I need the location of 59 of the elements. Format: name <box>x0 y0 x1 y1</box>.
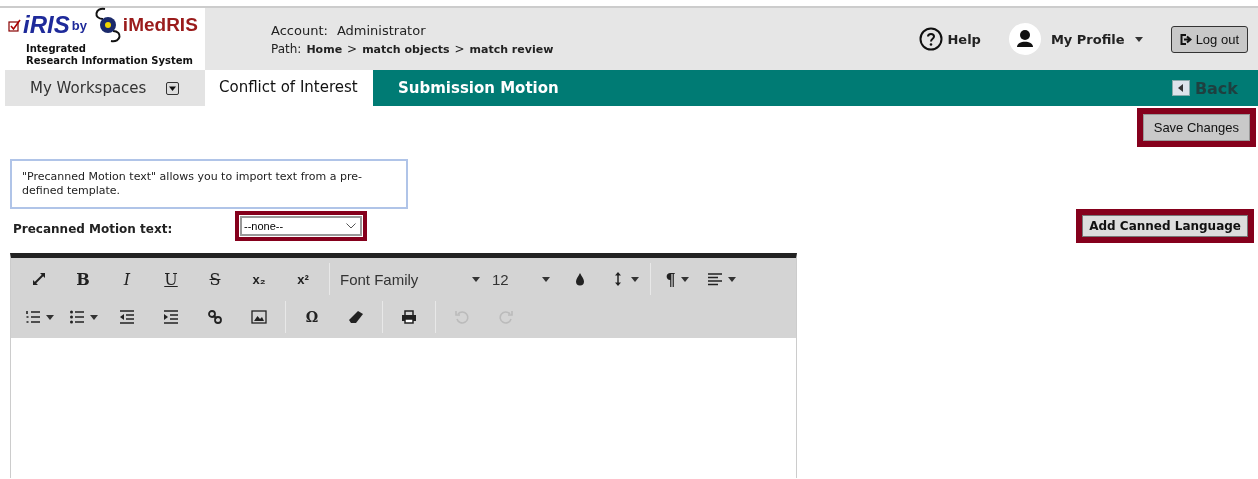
user-icon <box>1008 23 1041 55</box>
help-icon <box>919 27 944 51</box>
indent-icon <box>163 309 179 325</box>
save-changes-button[interactable]: Save Changes <box>1142 114 1250 141</box>
logout-icon <box>1179 33 1192 45</box>
breadcrumb-link[interactable]: match objects <box>362 43 450 56</box>
caret-icon <box>1134 36 1143 42</box>
image-icon <box>251 309 267 325</box>
logo-subtitle: Integrated <box>25 43 87 55</box>
caret-icon <box>680 276 689 282</box>
breadcrumb-separator: > <box>347 42 358 56</box>
dropdown-icon <box>166 81 180 95</box>
profile-menu[interactable]: My Profile <box>1008 23 1143 55</box>
account-name: Administrator <box>336 23 426 38</box>
logo-text: iMedRIS <box>122 14 198 36</box>
caret-icon <box>89 314 98 320</box>
logo-text: iRIS <box>23 11 70 39</box>
toolbar-dropdown[interactable]: Font Family <box>334 262 488 296</box>
bold-button[interactable]: B <box>61 262 105 296</box>
caret-icon <box>472 276 480 282</box>
page-title: Submission Motion <box>398 79 559 97</box>
bullet-list-icon <box>68 309 85 325</box>
info-note: "Precanned Motion text" allows you to import text from a pre-defined template. <box>10 159 408 209</box>
breadcrumb-link[interactable]: Home <box>306 43 343 56</box>
toolbar-dropdown[interactable]: 12 <box>488 262 558 296</box>
redo-icon <box>498 309 514 325</box>
print-icon <box>401 309 417 325</box>
paragraph-button[interactable]: ¶ <box>655 262 699 296</box>
account-label: Account: <box>271 23 328 38</box>
chevron-down-icon <box>346 223 356 229</box>
link-icon <box>207 309 223 325</box>
precanned-select[interactable]: --none-- <box>240 216 362 236</box>
path-label: Path: <box>271 42 302 56</box>
underline-button[interactable]: U <box>149 262 193 296</box>
checkbox-icon <box>8 18 21 32</box>
special-character-button[interactable]: Ω <box>290 300 334 334</box>
caret-icon <box>542 276 550 282</box>
numbered-list-icon <box>24 309 41 325</box>
eraser-icon <box>348 309 364 325</box>
strikethrough-button[interactable]: S <box>193 262 237 296</box>
breadcrumb-link[interactable]: match review <box>469 43 554 56</box>
help-link[interactable]: Help <box>919 27 981 51</box>
logout-button[interactable]: Log out <box>1170 25 1248 53</box>
expand-icon <box>31 271 47 287</box>
align-icon <box>706 271 723 287</box>
field-label: Precanned Motion text: <box>12 222 174 236</box>
caret-icon <box>727 276 736 282</box>
caret-icon <box>630 276 639 282</box>
subscript-button[interactable]: x₂ <box>237 262 281 296</box>
logo-text: by <box>71 17 87 33</box>
italic-button[interactable]: I <box>105 262 149 296</box>
caret-icon <box>45 314 54 320</box>
superscript-button[interactable]: x² <box>281 262 325 296</box>
undo-icon <box>454 309 470 325</box>
nav-tab[interactable]: My Workspaces <box>5 70 205 106</box>
breadcrumb-separator: > <box>454 42 465 56</box>
outdent-icon <box>119 309 135 325</box>
add-canned-language-button[interactable]: Add Canned Language <box>1082 215 1248 237</box>
logo-subtitle: Research Information System <box>25 55 194 67</box>
